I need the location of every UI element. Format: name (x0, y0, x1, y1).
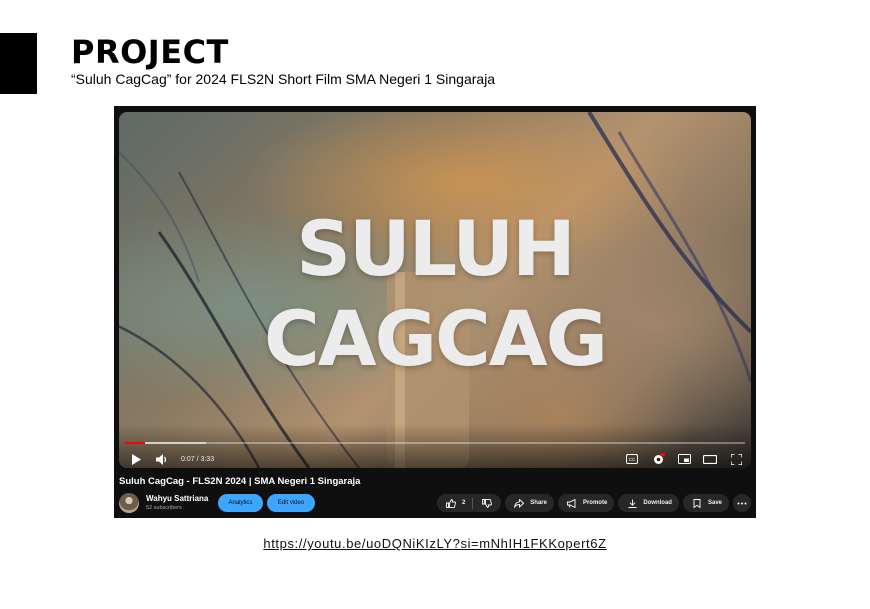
video-overlay-title-line2: CAGCAG (264, 294, 608, 383)
save-button[interactable]: Save (682, 494, 729, 512)
share-button[interactable]: Share (505, 494, 554, 512)
channel-avatar[interactable] (119, 493, 139, 513)
like-dislike-group: 2 (436, 494, 502, 512)
channel-name[interactable]: Wahyu Sattriana (146, 494, 208, 503)
video-link[interactable]: https://youtu.be/uoDQNiKIzLY?si=mNhIH1FK… (0, 536, 870, 551)
thumbs-down-icon[interactable] (480, 496, 494, 510)
progress-fill (125, 442, 146, 444)
subscriber-count: 52 subscribers (146, 505, 182, 511)
page-title: PROJECT (71, 33, 229, 71)
like-separator (472, 497, 474, 509)
volume-icon[interactable] (155, 452, 169, 466)
bookmark-icon (690, 496, 704, 510)
action-bar: 2 Share Promote Download Save (436, 494, 751, 512)
settings-gear-icon[interactable] (651, 452, 665, 466)
video-overlay-title-line1: SULUH (296, 204, 576, 293)
video-info: Suluh CagCag - FLS2N 2024 | SMA Negeri 1… (119, 474, 751, 518)
thumbs-up-icon[interactable] (444, 496, 458, 510)
player-controls: 0:07 / 3:33 CC (119, 424, 751, 468)
promote-label: Promote (582, 500, 608, 506)
promote-button[interactable]: Promote (557, 494, 615, 512)
youtube-frame: SULUH CAGCAG 0:07 / 3:33 CC Suluh CagCag… (114, 106, 756, 518)
download-label: Download (643, 500, 672, 506)
share-label: Share (530, 500, 547, 506)
edit-video-button[interactable]: Edit video (267, 494, 315, 512)
video-player[interactable]: SULUH CAGCAG 0:07 / 3:33 CC (119, 112, 751, 468)
download-button[interactable]: Download (618, 494, 679, 512)
like-count: 2 (461, 500, 466, 506)
download-icon (625, 496, 639, 510)
save-label: Save (707, 500, 722, 506)
progress-bar[interactable] (125, 442, 745, 444)
time-display: 0:07 / 3:33 (181, 455, 215, 463)
fullscreen-icon[interactable] (729, 452, 743, 466)
page-subtitle: “Suluh CagCag” for 2024 FLS2N Short Film… (71, 71, 496, 87)
svg-text:CC: CC (629, 457, 636, 462)
miniplayer-icon[interactable] (677, 452, 691, 466)
more-horizontal-icon (735, 496, 749, 510)
share-icon (512, 496, 526, 510)
captions-icon[interactable]: CC (625, 452, 639, 466)
analytics-button[interactable]: Analytics (218, 494, 263, 512)
video-title: Suluh CagCag - FLS2N 2024 | SMA Negeri 1… (119, 476, 361, 487)
play-icon[interactable] (129, 452, 143, 466)
more-options-button[interactable] (733, 494, 751, 512)
theater-mode-icon[interactable] (703, 452, 717, 466)
accent-block (0, 33, 37, 94)
megaphone-icon (565, 496, 579, 510)
